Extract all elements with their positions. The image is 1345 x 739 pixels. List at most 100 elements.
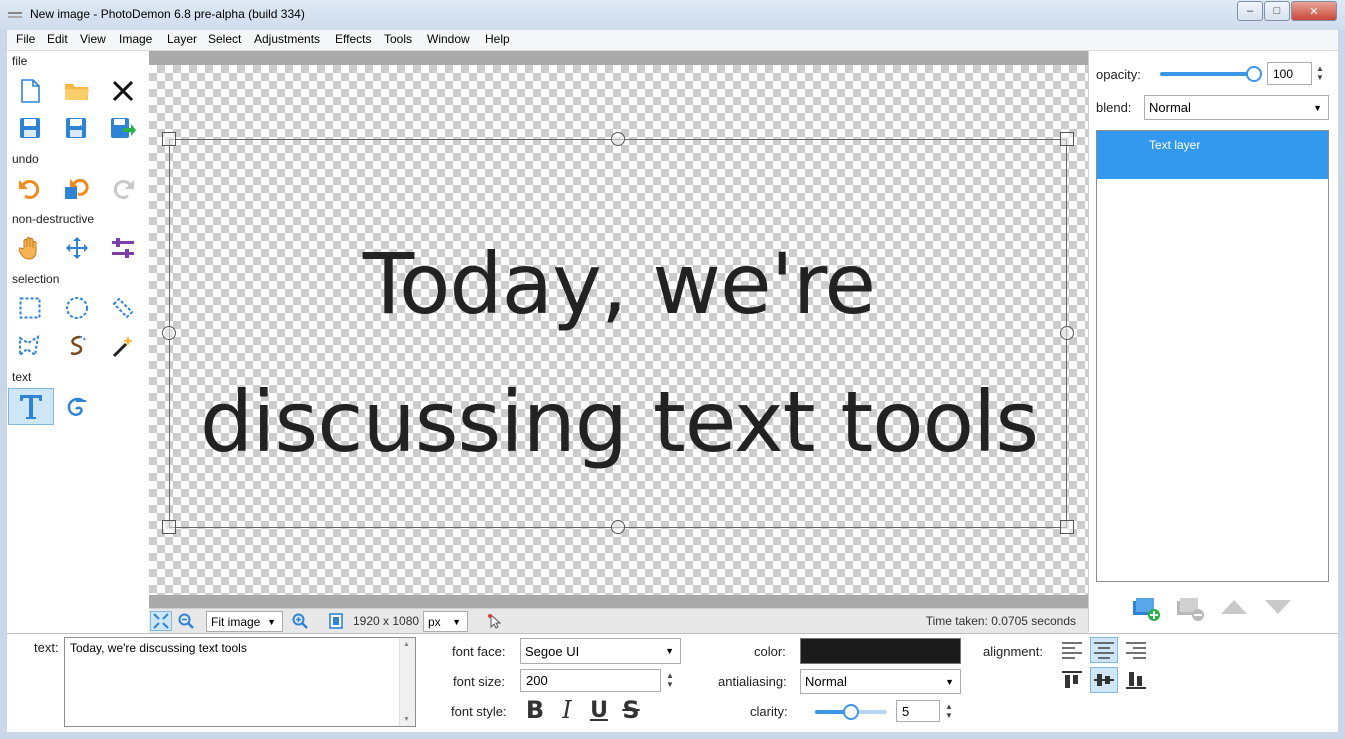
color-label: color: (754, 644, 786, 659)
undo-history-button[interactable] (60, 171, 94, 205)
app-icon (8, 12, 22, 18)
hand-icon (19, 237, 37, 260)
open-image-button[interactable] (60, 74, 94, 108)
clarity-slider-thumb[interactable] (843, 704, 859, 720)
text-tool-button[interactable] (8, 388, 54, 425)
menu-layer[interactable]: Layer (167, 32, 197, 46)
move-icon (66, 237, 88, 259)
redo-button[interactable] (106, 171, 140, 205)
close-window-button[interactable]: ✕ (1291, 1, 1337, 21)
move-layer-up-button[interactable] (1220, 598, 1248, 618)
text-content-input[interactable]: Today, we're discussing text tools ▲ ▼ (64, 637, 416, 727)
move-layer-down-button[interactable] (1264, 598, 1292, 618)
close-window-icon: ✕ (1309, 5, 1319, 18)
menu-select[interactable]: Select (208, 32, 241, 46)
quick-fix-button[interactable] (106, 231, 140, 265)
magic-wand-button[interactable] (106, 329, 140, 363)
opacity-spinner-arrows[interactable]: ▲ ▼ (1314, 64, 1326, 82)
layer-row[interactable]: Text layer (1097, 131, 1328, 179)
move-tool-button[interactable] (60, 231, 94, 265)
bold-button[interactable]: B (521, 696, 549, 724)
save-as-button[interactable]: … (60, 111, 94, 145)
menu-image[interactable]: Image (119, 32, 152, 46)
zoom-in-button[interactable] (289, 611, 311, 631)
resize-handle-bottom-left[interactable] (162, 520, 176, 534)
minimize-button[interactable]: – (1237, 1, 1263, 21)
menu-effects[interactable]: Effects (335, 32, 371, 46)
resize-handle-left[interactable] (162, 326, 176, 340)
ellipse-select-button[interactable] (60, 291, 94, 325)
fit-window-button[interactable] (150, 611, 172, 631)
underline-button[interactable]: U (585, 696, 613, 724)
antialiasing-value: Normal (805, 674, 847, 689)
font-face-dropdown[interactable]: Segoe UI ▼ (520, 638, 681, 664)
opacity-slider-track[interactable] (1160, 72, 1255, 76)
magic-wand-icon (112, 336, 133, 358)
font-style-label: font style: (451, 704, 507, 719)
strikethrough-button[interactable]: S (617, 696, 645, 724)
font-size-spinner-arrows[interactable]: ▲ ▼ (664, 671, 676, 689)
resize-handle-top[interactable] (611, 132, 625, 146)
font-size-label: font size: (453, 674, 506, 689)
zoom-out-button[interactable] (175, 611, 197, 631)
menu-help[interactable]: Help (485, 32, 510, 46)
align-middle-button[interactable] (1090, 667, 1118, 693)
menu-view[interactable]: View (80, 32, 106, 46)
alignment-label: alignment: (983, 644, 1043, 659)
export-button[interactable] (106, 111, 140, 145)
opacity-input[interactable]: 100 (1267, 62, 1312, 85)
zoom-dropdown[interactable]: Fit image ▼ (206, 611, 283, 632)
menu-edit[interactable]: Edit (47, 32, 68, 46)
cursor-position-button[interactable] (484, 611, 506, 631)
hand-tool-button[interactable] (13, 231, 47, 265)
lasso-select-button[interactable] (60, 329, 94, 363)
italic-button[interactable]: I (553, 696, 581, 724)
polygon-select-icon (19, 335, 40, 357)
unit-dropdown[interactable]: px ▼ (423, 611, 468, 632)
align-top-button[interactable] (1058, 667, 1086, 693)
resize-handle-bottom-right[interactable] (1060, 520, 1074, 534)
font-size-input[interactable]: 200 (520, 669, 661, 692)
resize-handle-bottom[interactable] (611, 520, 625, 534)
text-scrollbar[interactable]: ▲ ▼ (399, 638, 415, 726)
chevron-down-icon: ▼ (1313, 102, 1322, 113)
align-center-button[interactable] (1090, 637, 1118, 663)
blend-mode-dropdown[interactable]: Normal ▼ (1144, 95, 1329, 120)
rect-select-button[interactable] (13, 291, 47, 325)
menu-tools[interactable]: Tools (384, 32, 412, 46)
canvas-viewport[interactable]: Today, we're discussing text tools (149, 51, 1088, 608)
align-left-button[interactable] (1058, 637, 1086, 663)
align-bottom-button[interactable] (1122, 667, 1150, 693)
line-select-button[interactable] (106, 291, 140, 325)
new-image-button[interactable] (13, 74, 47, 108)
chevron-down-icon: ▼ (267, 616, 276, 627)
resize-handle-top-right[interactable] (1060, 132, 1074, 146)
layer-list[interactable]: Text layer (1096, 130, 1329, 582)
resize-handle-top-left[interactable] (162, 132, 176, 146)
resize-handle-right[interactable] (1060, 326, 1074, 340)
text-color-swatch[interactable] (800, 638, 961, 664)
text-label: text: (34, 640, 59, 655)
maximize-button[interactable]: □ (1264, 1, 1290, 21)
underline-icon: U (590, 697, 608, 723)
close-image-button[interactable] (106, 74, 140, 108)
opacity-slider-thumb[interactable] (1246, 66, 1262, 82)
menu-window[interactable]: Window (427, 32, 470, 46)
menu-adjustments[interactable]: Adjustments (254, 32, 320, 46)
add-layer-button[interactable] (1132, 596, 1162, 622)
polygon-select-button[interactable] (13, 329, 47, 363)
undo-button[interactable] (13, 171, 47, 205)
align-right-button[interactable] (1122, 637, 1150, 663)
clarity-input[interactable]: 5 (896, 700, 940, 722)
antialiasing-dropdown[interactable]: Normal ▼ (800, 669, 961, 694)
clarity-spinner-arrows[interactable]: ▲ ▼ (943, 702, 955, 720)
save-button[interactable] (13, 111, 47, 145)
image-canvas[interactable]: Today, we're discussing text tools (149, 65, 1088, 595)
typography-tool-button[interactable] (60, 390, 94, 424)
delete-layer-button[interactable] (1176, 596, 1206, 622)
menu-file[interactable]: File (16, 32, 35, 46)
clarity-value: 5 (902, 703, 910, 719)
window-title: New image - PhotoDemon 6.8 pre-alpha (bu… (30, 7, 305, 21)
image-size-button[interactable] (325, 611, 347, 631)
quick-fix-sliders-icon (112, 238, 134, 258)
